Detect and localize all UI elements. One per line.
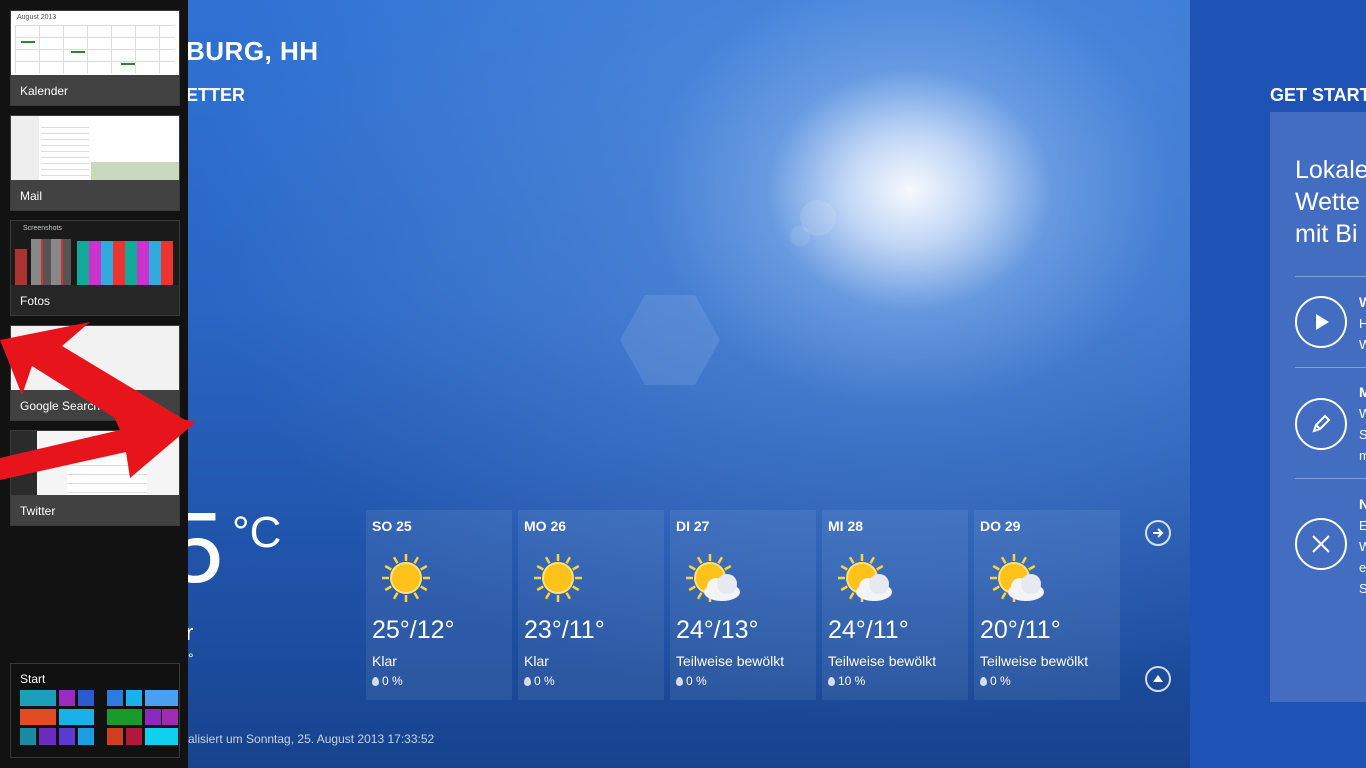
close-icon[interactable] [1295, 518, 1347, 570]
forecast-condition: Teilweise bewölkt [828, 653, 937, 669]
forecast-condition: Klar [524, 653, 549, 669]
raindrop-icon [372, 677, 379, 686]
forecast-precipitation: 0 % [676, 674, 707, 688]
get-started-card: Lokale Wette mit Bi W H W M W S m N E W … [1270, 112, 1366, 702]
forecast-day-name: MI 28 [828, 518, 864, 534]
app-label: Kalender [20, 84, 69, 98]
forecast-day[interactable]: DI 27 24°/13° Teilweise bewölkt 0 % [670, 510, 816, 700]
scroll-up-button[interactable] [1145, 666, 1171, 692]
forecast-precipitation: 0 % [524, 674, 555, 688]
partly-cloudy-icon [990, 554, 1044, 602]
start-label: Start [20, 672, 46, 686]
forecast-day[interactable]: DO 29 20°/11° Teilweise bewölkt 0 % [974, 510, 1120, 700]
partly-cloudy-icon [838, 554, 892, 602]
last-updated-text: alisiert um Sonntag, 25. August 2013 17:… [188, 732, 435, 746]
divider [1295, 276, 1366, 277]
next-arrow-button[interactable] [1145, 520, 1171, 546]
current-feels-like: ° [188, 650, 194, 666]
raindrop-icon [524, 677, 531, 686]
google-search-preview [11, 326, 179, 390]
triangle-up-icon [1153, 675, 1163, 682]
app-thumbnail-google-search[interactable]: Google Search [10, 325, 180, 421]
app-thumbnail-kalender[interactable]: August 2013 Kalender [10, 10, 180, 106]
get-started-item-text[interactable]: N E W e S [1359, 494, 1366, 599]
forecast-temps: 24°/13° [676, 616, 759, 644]
get-started-title: GET START [1270, 85, 1366, 105]
forecast-precipitation: 0 % [980, 674, 1011, 688]
forecast-day-name: DO 29 [980, 518, 1021, 534]
partly-cloudy-icon [686, 554, 740, 602]
divider [1295, 478, 1366, 479]
section-heading: ETTER [186, 85, 246, 105]
sun-icon [534, 554, 582, 602]
mail-preview [11, 116, 179, 180]
forecast-condition: Teilweise bewölkt [980, 653, 1089, 669]
app-thumbnail-mail[interactable]: Mail [10, 115, 180, 211]
get-started-panel: GET START Lokale Wette mit Bi W H W M W … [1190, 0, 1366, 768]
forecast-precipitation: 0 % [372, 674, 403, 688]
forecast-temps: 23°/11° [524, 616, 605, 644]
raindrop-icon [828, 677, 835, 686]
pencil-icon[interactable] [1295, 398, 1347, 450]
get-started-item-text[interactable]: W H W [1359, 292, 1366, 355]
twitter-preview [11, 431, 179, 495]
app-switcher: August 2013 Kalender Mail Screenshots Fo… [0, 0, 188, 768]
calendar-preview: August 2013 [11, 11, 179, 75]
forecast-day[interactable]: MI 28 24°/11° Teilweise bewölkt 10 % [822, 510, 968, 700]
start-tiles-preview [20, 690, 178, 750]
lens-flare [620, 295, 720, 385]
app-label: Twitter [20, 504, 56, 518]
app-thumbnail-fotos[interactable]: Screenshots Fotos [10, 220, 180, 316]
photos-preview: Screenshots [11, 221, 179, 285]
app-thumbnail-twitter[interactable]: Twitter [10, 430, 180, 526]
app-label: Fotos [20, 294, 51, 308]
forecast-temps: 25°/12° [372, 616, 455, 644]
forecast-day-name: SO 25 [372, 518, 412, 534]
forecast-temps: 24°/11° [828, 616, 909, 644]
forecast-day-name: DI 27 [676, 518, 710, 534]
app-label: Google Search [20, 399, 101, 413]
forecast-condition: Klar [372, 653, 397, 669]
forecast-day-name: MO 26 [524, 518, 567, 534]
get-started-text: Lokale Wette mit Bi [1295, 156, 1366, 248]
forecast-day[interactable]: MO 26 23°/11° Klar 0 % [518, 510, 664, 700]
forecast-day[interactable]: SO 25 25°/12° Klar 0 % [366, 510, 512, 700]
temperature-unit[interactable]: °C [232, 508, 281, 558]
app-label: Mail [20, 189, 43, 203]
city-name[interactable]: BURG, HH [186, 36, 319, 67]
get-started-item-text[interactable]: M W S m [1359, 382, 1366, 466]
sun-icon [382, 554, 430, 602]
start-screen-thumbnail[interactable]: Start [10, 663, 180, 758]
arrow-right-icon [1153, 528, 1164, 538]
play-icon[interactable] [1295, 296, 1347, 348]
forecast-precipitation: 10 % [828, 674, 865, 688]
forecast-temps: 20°/11° [980, 616, 1061, 644]
lens-flare [790, 226, 810, 246]
forecast-condition: Teilweise bewölkt [676, 653, 785, 669]
raindrop-icon [980, 677, 987, 686]
raindrop-icon [676, 677, 683, 686]
divider [1295, 367, 1366, 368]
